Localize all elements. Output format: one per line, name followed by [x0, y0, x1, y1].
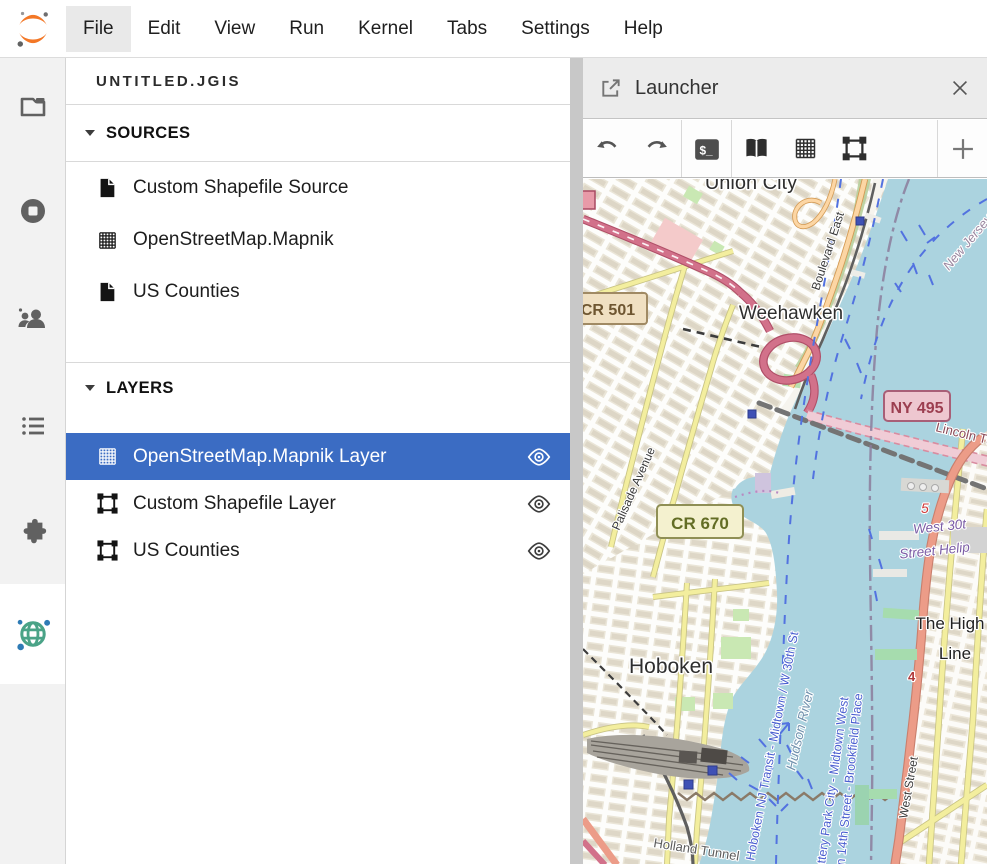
menu-settings[interactable]: Settings: [504, 6, 607, 52]
new-raster-layer-button[interactable]: [781, 120, 830, 177]
layer-visibility-toggle[interactable]: [526, 444, 552, 470]
panel-splitter[interactable]: [570, 58, 583, 864]
road-shield-ny495: NY 495: [884, 391, 950, 421]
map-toolbar: $_: [583, 120, 987, 178]
external-link-icon: [599, 77, 622, 100]
sidebar-item-jupytergis[interactable]: [0, 584, 65, 684]
sidebar-item-table-of-contents[interactable]: [0, 390, 65, 462]
terminal-icon: $_: [693, 136, 721, 162]
source-item-label: OpenStreetMap.Mapnik: [133, 229, 334, 251]
layer-visibility-toggle[interactable]: [526, 538, 552, 564]
raster-grid-icon: [96, 228, 120, 252]
road-shield-cr501: CR 501: [583, 293, 647, 324]
identify-button[interactable]: [732, 120, 781, 177]
menu-kernel[interactable]: Kernel: [341, 6, 430, 52]
map-label-weehawken: Weehawken: [739, 303, 843, 324]
layer-item-label: OpenStreetMap.Mapnik Layer: [133, 446, 386, 468]
list-icon: [17, 410, 49, 442]
raster-grid-icon: [792, 135, 819, 162]
eye-icon: [526, 444, 552, 470]
close-icon: [949, 77, 971, 99]
menu-view[interactable]: View: [197, 6, 272, 52]
layer-item-openstreetmap[interactable]: OpenStreetMap.Mapnik Layer: [66, 433, 570, 480]
openstreetmap-view: Union City Weehawken Hoboken New Jersey …: [583, 179, 987, 864]
layer-item-custom-shapefile[interactable]: Custom Shapefile Layer: [66, 480, 570, 527]
shield-label: NY 495: [890, 400, 943, 417]
sidebar-item-collaboration[interactable]: [0, 283, 65, 355]
menu-help[interactable]: Help: [607, 6, 680, 52]
plus-icon: [949, 135, 977, 163]
tab-launcher[interactable]: Launcher: [635, 77, 718, 100]
jgis-panel: UNTITLED.JGIS SOURCES Custom Shapefile S…: [66, 58, 570, 864]
map-label-heliport-number: 5: [921, 500, 929, 516]
map-label-hoboken: Hoboken: [629, 655, 713, 678]
shield-label: CR 501: [583, 302, 635, 319]
vector-polygon-icon: [841, 135, 868, 162]
eye-icon: [526, 491, 552, 517]
map-canvas[interactable]: Union City Weehawken Hoboken New Jersey …: [583, 179, 987, 864]
globe-icon: [13, 614, 53, 654]
sidebar-item-running-kernels[interactable]: [0, 175, 65, 247]
eye-icon: [526, 538, 552, 564]
sources-header-label: SOURCES: [106, 124, 190, 143]
map-label-route-number-4: 4: [908, 669, 916, 684]
sources-section-header[interactable]: SOURCES: [66, 105, 570, 161]
road-shield-cr670: CR 670: [657, 505, 743, 538]
map-label-high-line-1: The High: [916, 614, 985, 633]
jupyter-logo: [0, 0, 66, 57]
menu-items: File Edit View Run Kernel Tabs Settings …: [66, 0, 680, 57]
file-icon: [96, 280, 120, 304]
tab-close-button[interactable]: [949, 77, 971, 99]
puzzle-icon: [17, 516, 49, 548]
book-icon: [743, 135, 770, 162]
vector-polygon-icon: [96, 539, 120, 563]
collapse-caret-icon: [85, 130, 95, 136]
folder-icon: [17, 90, 49, 122]
layer-item-label: Custom Shapefile Layer: [133, 493, 336, 515]
tab-bar: Launcher: [583, 58, 987, 119]
console-button[interactable]: $_: [682, 120, 731, 177]
menu-file[interactable]: File: [66, 6, 131, 52]
source-item-us-counties[interactable]: US Counties: [66, 266, 570, 318]
vector-polygon-icon: [96, 492, 120, 516]
raster-grid-icon: [96, 445, 120, 469]
menu-tabs[interactable]: Tabs: [430, 6, 504, 52]
document-title: UNTITLED.JGIS: [66, 58, 570, 105]
sidebar-item-file-browser[interactable]: [0, 70, 65, 142]
stop-circle-icon: [17, 195, 49, 227]
jupyter-logo-icon: [13, 9, 53, 49]
menu-run[interactable]: Run: [272, 6, 341, 52]
undo-button[interactable]: [583, 120, 632, 177]
shield-label: CR 670: [671, 514, 729, 533]
layer-item-label: US Counties: [133, 540, 240, 562]
source-item-custom-shapefile[interactable]: Custom Shapefile Source: [66, 162, 570, 214]
menu-bar: File Edit View Run Kernel Tabs Settings …: [0, 0, 987, 58]
add-button[interactable]: [938, 120, 987, 177]
source-item-openstreetmap[interactable]: OpenStreetMap.Mapnik: [66, 214, 570, 266]
source-item-label: Custom Shapefile Source: [133, 177, 348, 199]
map-label-high-line-2: Line: [939, 644, 971, 663]
source-item-label: US Counties: [133, 281, 240, 303]
undo-icon: [594, 135, 621, 162]
menu-edit[interactable]: Edit: [131, 6, 198, 52]
redo-icon: [643, 135, 670, 162]
collapse-caret-icon: [85, 385, 95, 391]
shield-fragment: [583, 191, 595, 209]
sidebar-item-extension-manager[interactable]: [0, 496, 65, 568]
map-label-union-city: Union City: [705, 179, 797, 194]
layer-item-us-counties[interactable]: US Counties: [66, 527, 570, 574]
layers-section-header[interactable]: LAYERS: [66, 363, 570, 413]
file-icon: [96, 176, 120, 200]
terminal-glyph: $_: [699, 143, 713, 157]
redo-button[interactable]: [632, 120, 681, 177]
activity-sidebar: [0, 58, 66, 864]
new-vector-layer-button[interactable]: [830, 120, 879, 177]
layers-header-label: LAYERS: [106, 379, 174, 398]
users-icon: [16, 302, 50, 336]
layer-visibility-toggle[interactable]: [526, 491, 552, 517]
